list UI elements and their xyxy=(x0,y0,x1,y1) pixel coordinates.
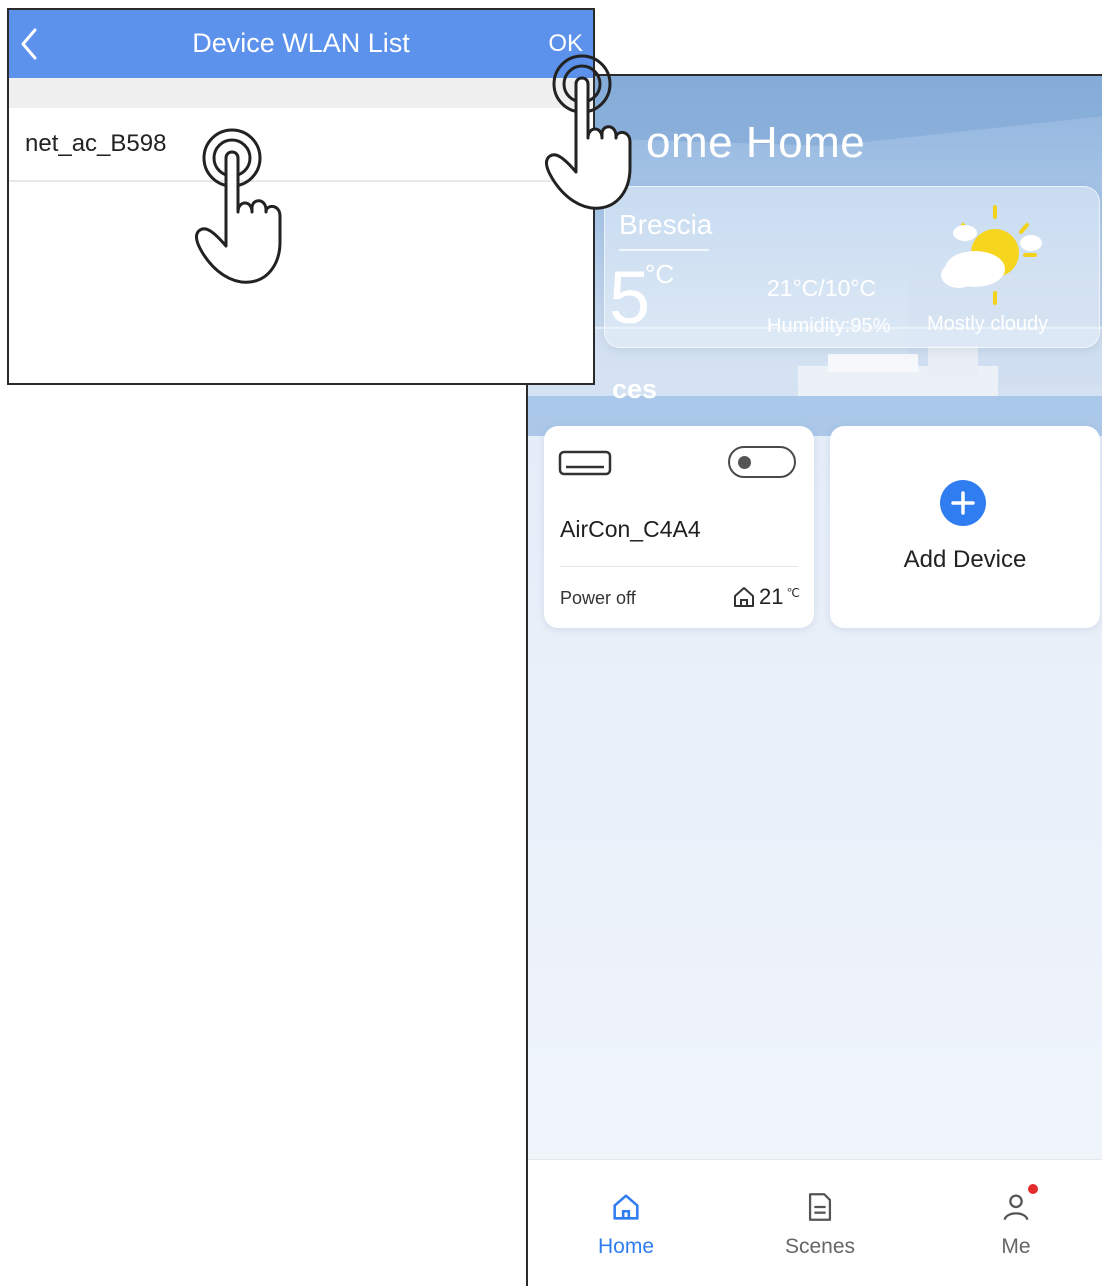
weather-card[interactable]: Brescia 5 °C 21°C/10°C Humidity:95% Most… xyxy=(604,186,1100,348)
home-icon xyxy=(613,1194,639,1220)
bottom-tab-bar: Home Scenes Me xyxy=(528,1159,1102,1286)
device-name: AirCon_C4A4 xyxy=(560,516,701,542)
plus-icon xyxy=(940,480,986,526)
temperature-range: 21°C/10°C xyxy=(767,275,877,301)
tap-hand-icon xyxy=(194,128,282,284)
room-temperature: 21 ℃ xyxy=(732,584,800,610)
home-small-icon xyxy=(734,587,755,607)
weather-condition: Mostly cloudy xyxy=(927,313,1049,335)
me-icon xyxy=(1003,1194,1029,1221)
add-device-label: Add Device xyxy=(903,546,1027,573)
home-screen: ome Home Brescia 5 °C 21°C/10°C Humidity… xyxy=(526,74,1102,1286)
device-card[interactable]: AirCon_C4A4 Power off 21 ℃ xyxy=(544,426,814,628)
air-conditioner-icon xyxy=(558,450,612,476)
power-status: Power off xyxy=(560,588,636,608)
wlan-list-spacer xyxy=(9,78,593,108)
temperature-unit: °C xyxy=(645,259,675,289)
tab-scenes[interactable]: Scenes xyxy=(760,1190,880,1259)
wlan-list-title: Device WLAN List xyxy=(192,28,410,58)
wlan-header: Device WLAN List OK xyxy=(9,10,593,78)
power-toggle[interactable] xyxy=(728,446,796,478)
tab-me-label: Me xyxy=(1001,1235,1031,1258)
tab-home[interactable]: Home xyxy=(566,1190,686,1259)
humidity-text: Humidity:95% xyxy=(767,315,891,337)
room-temperature-unit: ℃ xyxy=(786,586,800,600)
room-temperature-value: 21 xyxy=(759,584,784,609)
scenes-icon xyxy=(808,1193,832,1221)
device-card-divider xyxy=(560,566,798,567)
toggle-knob xyxy=(738,456,751,469)
tap-hand-icon-ok xyxy=(544,54,632,210)
current-temperature: 5 xyxy=(609,256,651,339)
partly-cloudy-icon xyxy=(941,205,1042,305)
home-title: ome Home xyxy=(646,118,866,167)
wlan-ssid: net_ac_B598 xyxy=(25,130,167,157)
add-device-card[interactable]: Add Device xyxy=(830,426,1100,628)
city-underline xyxy=(619,249,709,251)
tab-me[interactable]: Me xyxy=(956,1184,1076,1259)
devices-heading: ces xyxy=(612,374,658,404)
tab-home-label: Home xyxy=(597,1235,655,1258)
notification-dot xyxy=(1028,1184,1038,1194)
tab-scenes-label: Scenes xyxy=(784,1235,856,1258)
